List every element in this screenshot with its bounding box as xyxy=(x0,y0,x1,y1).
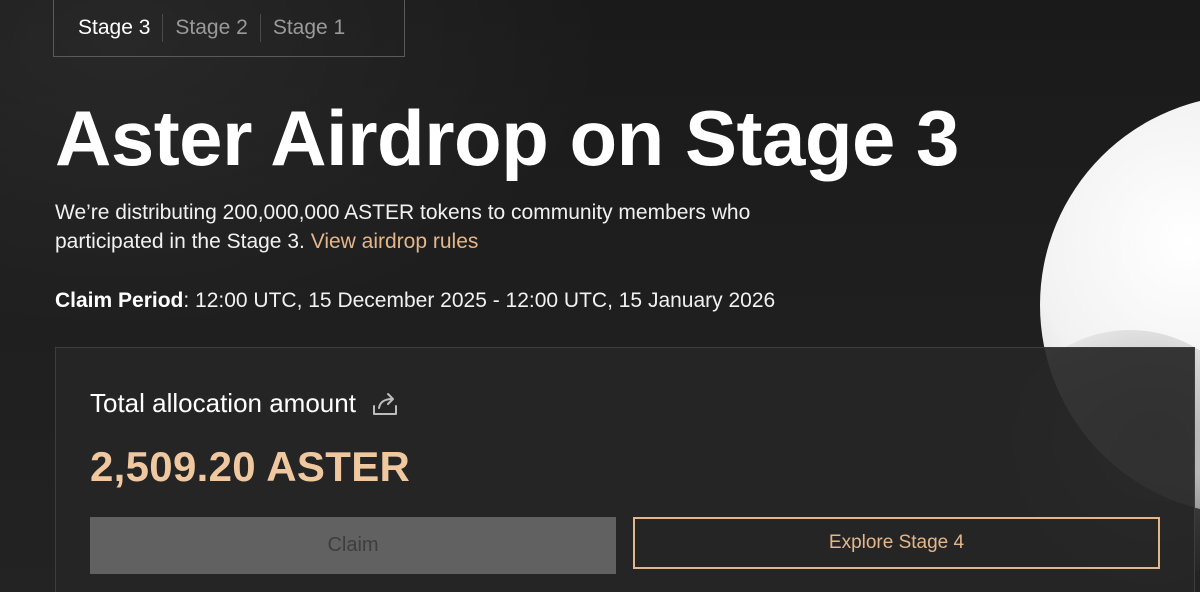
allocation-amount: 2,509.20 ASTER xyxy=(90,443,411,490)
allocation-header: Total allocation amount xyxy=(90,388,400,419)
tab-stage-1[interactable]: Stage 1 xyxy=(261,14,357,42)
claim-period-label: Claim Period xyxy=(55,289,184,312)
allocation-card: Total allocation amount 2,509.20 ASTER C… xyxy=(55,347,1195,592)
stage-tabs: Stage 3 Stage 2 Stage 1 xyxy=(53,0,405,57)
claim-period: Claim Period: 12:00 UTC, 15 December 202… xyxy=(55,287,775,315)
claim-button[interactable]: Claim xyxy=(90,517,616,574)
view-airdrop-rules-link[interactable]: View airdrop rules xyxy=(311,230,479,253)
allocation-label: Total allocation amount xyxy=(90,388,356,418)
page-title: Aster Airdrop on Stage 3 xyxy=(55,94,959,182)
explore-stage-4-button[interactable]: Explore Stage 4 xyxy=(633,517,1160,569)
tab-stage-2[interactable]: Stage 2 xyxy=(163,14,259,42)
page: Stage 3 Stage 2 Stage 1 Aster Airdrop on… xyxy=(0,0,1200,592)
airdrop-description: We’re distributing 200,000,000 ASTER tok… xyxy=(55,198,835,256)
tab-stage-3[interactable]: Stage 3 xyxy=(66,14,162,42)
claim-period-value: : 12:00 UTC, 15 December 2025 - 12:00 UT… xyxy=(183,289,776,312)
share-icon[interactable] xyxy=(370,389,400,419)
